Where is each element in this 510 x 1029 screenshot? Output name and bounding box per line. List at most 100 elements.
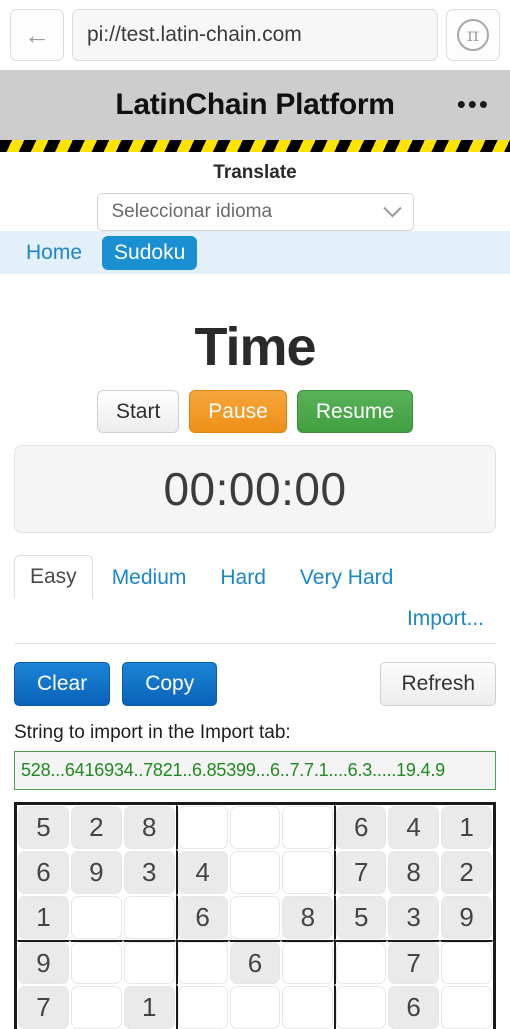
sudoku-cell-r4c9[interactable] [440, 940, 493, 986]
sudoku-cell-r3c6[interactable]: 8 [281, 895, 335, 941]
sudoku-cell-r4c2[interactable] [69, 940, 123, 986]
sudoku-cell-r3c7[interactable]: 5 [334, 895, 388, 941]
sudoku-cell-r1c3[interactable]: 8 [122, 805, 176, 851]
sudoku-cell-r4c3[interactable] [122, 940, 176, 986]
sudoku-cell-value [123, 942, 175, 985]
sudoku-cell-value: 4 [177, 851, 228, 895]
sudoku-cell-value [441, 986, 492, 1029]
nav-item-sudoku[interactable]: Sudoku [102, 235, 198, 270]
sudoku-grid: 5286416934782168539967716 [14, 802, 496, 1029]
start-button[interactable]: Start [96, 390, 180, 434]
sudoku-cell-r4c7[interactable] [334, 940, 388, 986]
import-string-field[interactable]: 528...6416934..7821..6.85399...6..7.7.1.… [14, 751, 496, 791]
sudoku-cell-value [177, 986, 228, 1029]
sudoku-cell-r1c6[interactable] [281, 805, 335, 851]
page-title: Time [194, 317, 316, 377]
sudoku-cell-r3c8[interactable]: 3 [387, 895, 441, 941]
translate-label: Translate [213, 162, 297, 183]
resume-button[interactable]: Resume [296, 390, 414, 434]
sudoku-cell-r5c2[interactable] [69, 985, 123, 1029]
tab-hard[interactable]: Hard [205, 557, 281, 599]
sudoku-cell-r5c4[interactable] [175, 985, 229, 1029]
translate-section: Translate Seleccionar idioma [0, 152, 510, 231]
sudoku-cell-r2c1[interactable]: 6 [17, 850, 70, 896]
sudoku-cell-value: 7 [18, 986, 69, 1029]
sudoku-cell-value: 7 [388, 942, 440, 985]
refresh-button[interactable]: Refresh [380, 662, 496, 707]
sudoku-cell-value: 6 [18, 851, 69, 895]
tab-medium[interactable]: Medium [97, 557, 202, 599]
sudoku-cell-r2c8[interactable]: 8 [387, 850, 441, 896]
sudoku-cell-r5c8[interactable]: 6 [387, 985, 441, 1029]
action-button-row: Clear Copy Refresh [14, 662, 496, 707]
tab-very-hard[interactable]: Very Hard [285, 557, 408, 599]
sudoku-cell-r1c2[interactable]: 2 [69, 805, 123, 851]
sudoku-cell-value: 4 [388, 806, 440, 850]
sudoku-cell-r5c5[interactable] [228, 985, 282, 1029]
nav-item-home[interactable]: Home [14, 236, 94, 270]
sudoku-cell-r2c7[interactable]: 7 [334, 850, 388, 896]
chevron-down-icon [382, 198, 402, 217]
sudoku-cell-value: 6 [229, 942, 281, 985]
sudoku-cell-r5c6[interactable] [281, 985, 335, 1029]
sudoku-cell-value [229, 806, 281, 850]
pi-browser-button[interactable]: π [446, 9, 500, 61]
sudoku-cell-r5c3[interactable]: 1 [122, 985, 176, 1029]
sudoku-cell-r2c2[interactable]: 9 [69, 850, 123, 896]
tab-easy[interactable]: Easy [14, 555, 93, 600]
sudoku-cell-value: 1 [18, 896, 69, 940]
sudoku-cell-r1c7[interactable]: 6 [334, 805, 388, 851]
sudoku-cell-r2c4[interactable]: 4 [175, 850, 229, 896]
sudoku-cell-r5c1[interactable]: 7 [17, 985, 70, 1029]
difficulty-tabs: Easy Medium Hard Very Hard [14, 555, 496, 600]
sudoku-cell-r3c2[interactable] [69, 895, 123, 941]
sudoku-cell-r4c1[interactable]: 9 [17, 940, 70, 986]
sudoku-cell-value: 2 [441, 851, 492, 895]
sudoku-cell-r5c9[interactable] [440, 985, 493, 1029]
sudoku-cell-r4c5[interactable]: 6 [228, 940, 282, 986]
sudoku-cell-r3c9[interactable]: 9 [440, 895, 493, 941]
pause-button[interactable]: Pause [189, 390, 287, 434]
url-text: pi://test.latin-chain.com [87, 23, 302, 46]
back-button[interactable]: ← [10, 9, 64, 61]
copy-button[interactable]: Copy [122, 662, 218, 707]
language-select[interactable]: Seleccionar idioma [96, 193, 414, 231]
sudoku-cell-value: 1 [123, 986, 175, 1029]
sudoku-cell-value: 7 [336, 851, 387, 895]
sudoku-cell-r3c5[interactable] [228, 895, 282, 941]
import-link[interactable]: Import... [407, 607, 484, 631]
sudoku-cell-r4c8[interactable]: 7 [387, 940, 441, 986]
sudoku-cell-r2c6[interactable] [281, 850, 335, 896]
sudoku-cell-r5c7[interactable] [334, 985, 388, 1029]
sudoku-cell-r1c9[interactable]: 1 [440, 805, 493, 851]
sudoku-cell-r2c5[interactable] [228, 850, 282, 896]
sudoku-cell-value: 6 [177, 896, 228, 940]
sudoku-cell-value: 9 [18, 942, 69, 985]
section-divider [14, 643, 496, 645]
sudoku-cell-value [282, 942, 334, 985]
sudoku-cell-value [70, 896, 122, 940]
clear-button[interactable]: Clear [14, 662, 111, 707]
sudoku-cell-r4c6[interactable] [281, 940, 335, 986]
sudoku-cell-value: 5 [336, 896, 387, 940]
sudoku-cell-r2c9[interactable]: 2 [440, 850, 493, 896]
sudoku-cell-r1c5[interactable] [228, 805, 282, 851]
sudoku-cell-value [282, 806, 334, 850]
sudoku-cell-r1c1[interactable]: 5 [17, 805, 70, 851]
sudoku-cell-r2c3[interactable]: 3 [122, 850, 176, 896]
sudoku-cell-value [229, 851, 281, 895]
sudoku-cell-r4c4[interactable] [175, 940, 229, 986]
sudoku-cell-r1c4[interactable] [175, 805, 229, 851]
sudoku-cell-value [229, 896, 281, 940]
timer-display: 00:00:00 [14, 445, 496, 534]
site-navigation: Home Sudoku [0, 231, 510, 274]
sudoku-cell-r3c1[interactable]: 1 [17, 895, 70, 941]
sudoku-cell-r1c8[interactable]: 4 [387, 805, 441, 851]
url-bar[interactable]: pi://test.latin-chain.com [72, 9, 438, 61]
overflow-menu-icon[interactable]: ••• [457, 92, 490, 117]
sudoku-cell-value [441, 942, 492, 985]
sudoku-cell-r3c3[interactable] [122, 895, 176, 941]
sudoku-cell-value: 6 [388, 986, 440, 1029]
sudoku-cell-value: 8 [282, 896, 334, 940]
sudoku-cell-r3c4[interactable]: 6 [175, 895, 229, 941]
